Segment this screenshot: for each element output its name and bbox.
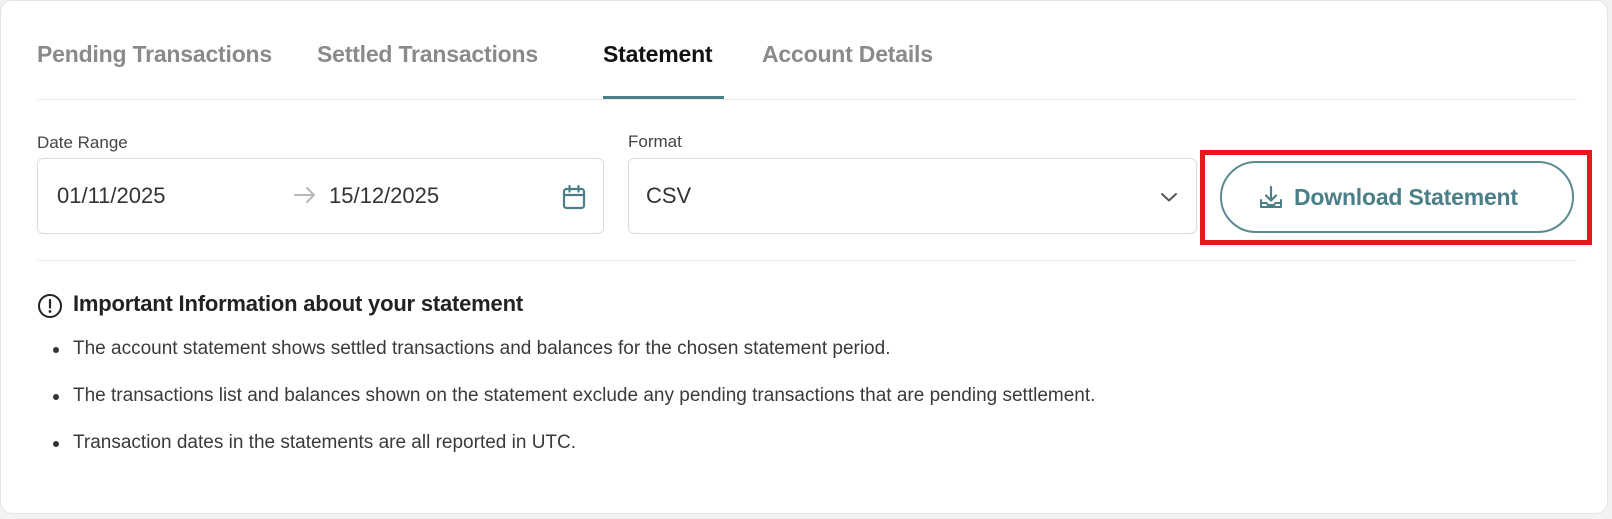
chevron-down-icon <box>1160 190 1178 208</box>
info-title: Important Information about your stateme… <box>73 291 523 316</box>
statement-card: Pending Transactions Settled Transaction… <box>0 0 1608 514</box>
bullet-icon <box>53 394 59 400</box>
info-list: The account statement shows settled tran… <box>53 338 1096 479</box>
tab-pending-transactions[interactable]: Pending Transactions <box>37 41 272 68</box>
list-item: The transactions list and balances shown… <box>53 385 1096 432</box>
bullet-icon <box>53 441 59 447</box>
download-statement-button[interactable]: Download Statement <box>1220 161 1574 233</box>
tab-settled-transactions[interactable]: Settled Transactions <box>317 41 538 68</box>
date-range-picker[interactable]: 01/11/2025 15/12/2025 <box>37 158 604 234</box>
start-date-input[interactable]: 01/11/2025 <box>57 183 165 209</box>
info-item-text: The transactions list and balances shown… <box>73 385 1096 406</box>
date-range-label: Date Range <box>37 133 128 152</box>
exclamation-circle-icon <box>37 293 63 324</box>
list-item: The account statement shows settled tran… <box>53 338 1095 385</box>
format-select[interactable]: CSV <box>628 158 1197 234</box>
end-date-input[interactable]: 15/12/2025 <box>329 183 439 209</box>
active-tab-indicator <box>603 96 724 99</box>
section-divider <box>37 260 1577 261</box>
format-selected-value: CSV <box>646 183 692 208</box>
info-item-text: The account statement shows settled tran… <box>73 338 891 359</box>
bullet-icon <box>53 347 59 353</box>
tab-bar: Pending Transactions Settled Transaction… <box>37 1 1577 100</box>
tab-account-details[interactable]: Account Details <box>762 41 933 68</box>
format-label: Format <box>628 132 682 151</box>
arrow-right-icon <box>293 185 317 210</box>
download-statement-label: Download Statement <box>1294 184 1518 210</box>
list-item: Transaction dates in the statements are … <box>53 432 1095 479</box>
download-tray-icon <box>1258 185 1284 216</box>
tab-statement[interactable]: Statement <box>603 41 713 68</box>
calendar-icon[interactable] <box>562 184 586 215</box>
info-item-text: Transaction dates in the statements are … <box>73 432 577 453</box>
